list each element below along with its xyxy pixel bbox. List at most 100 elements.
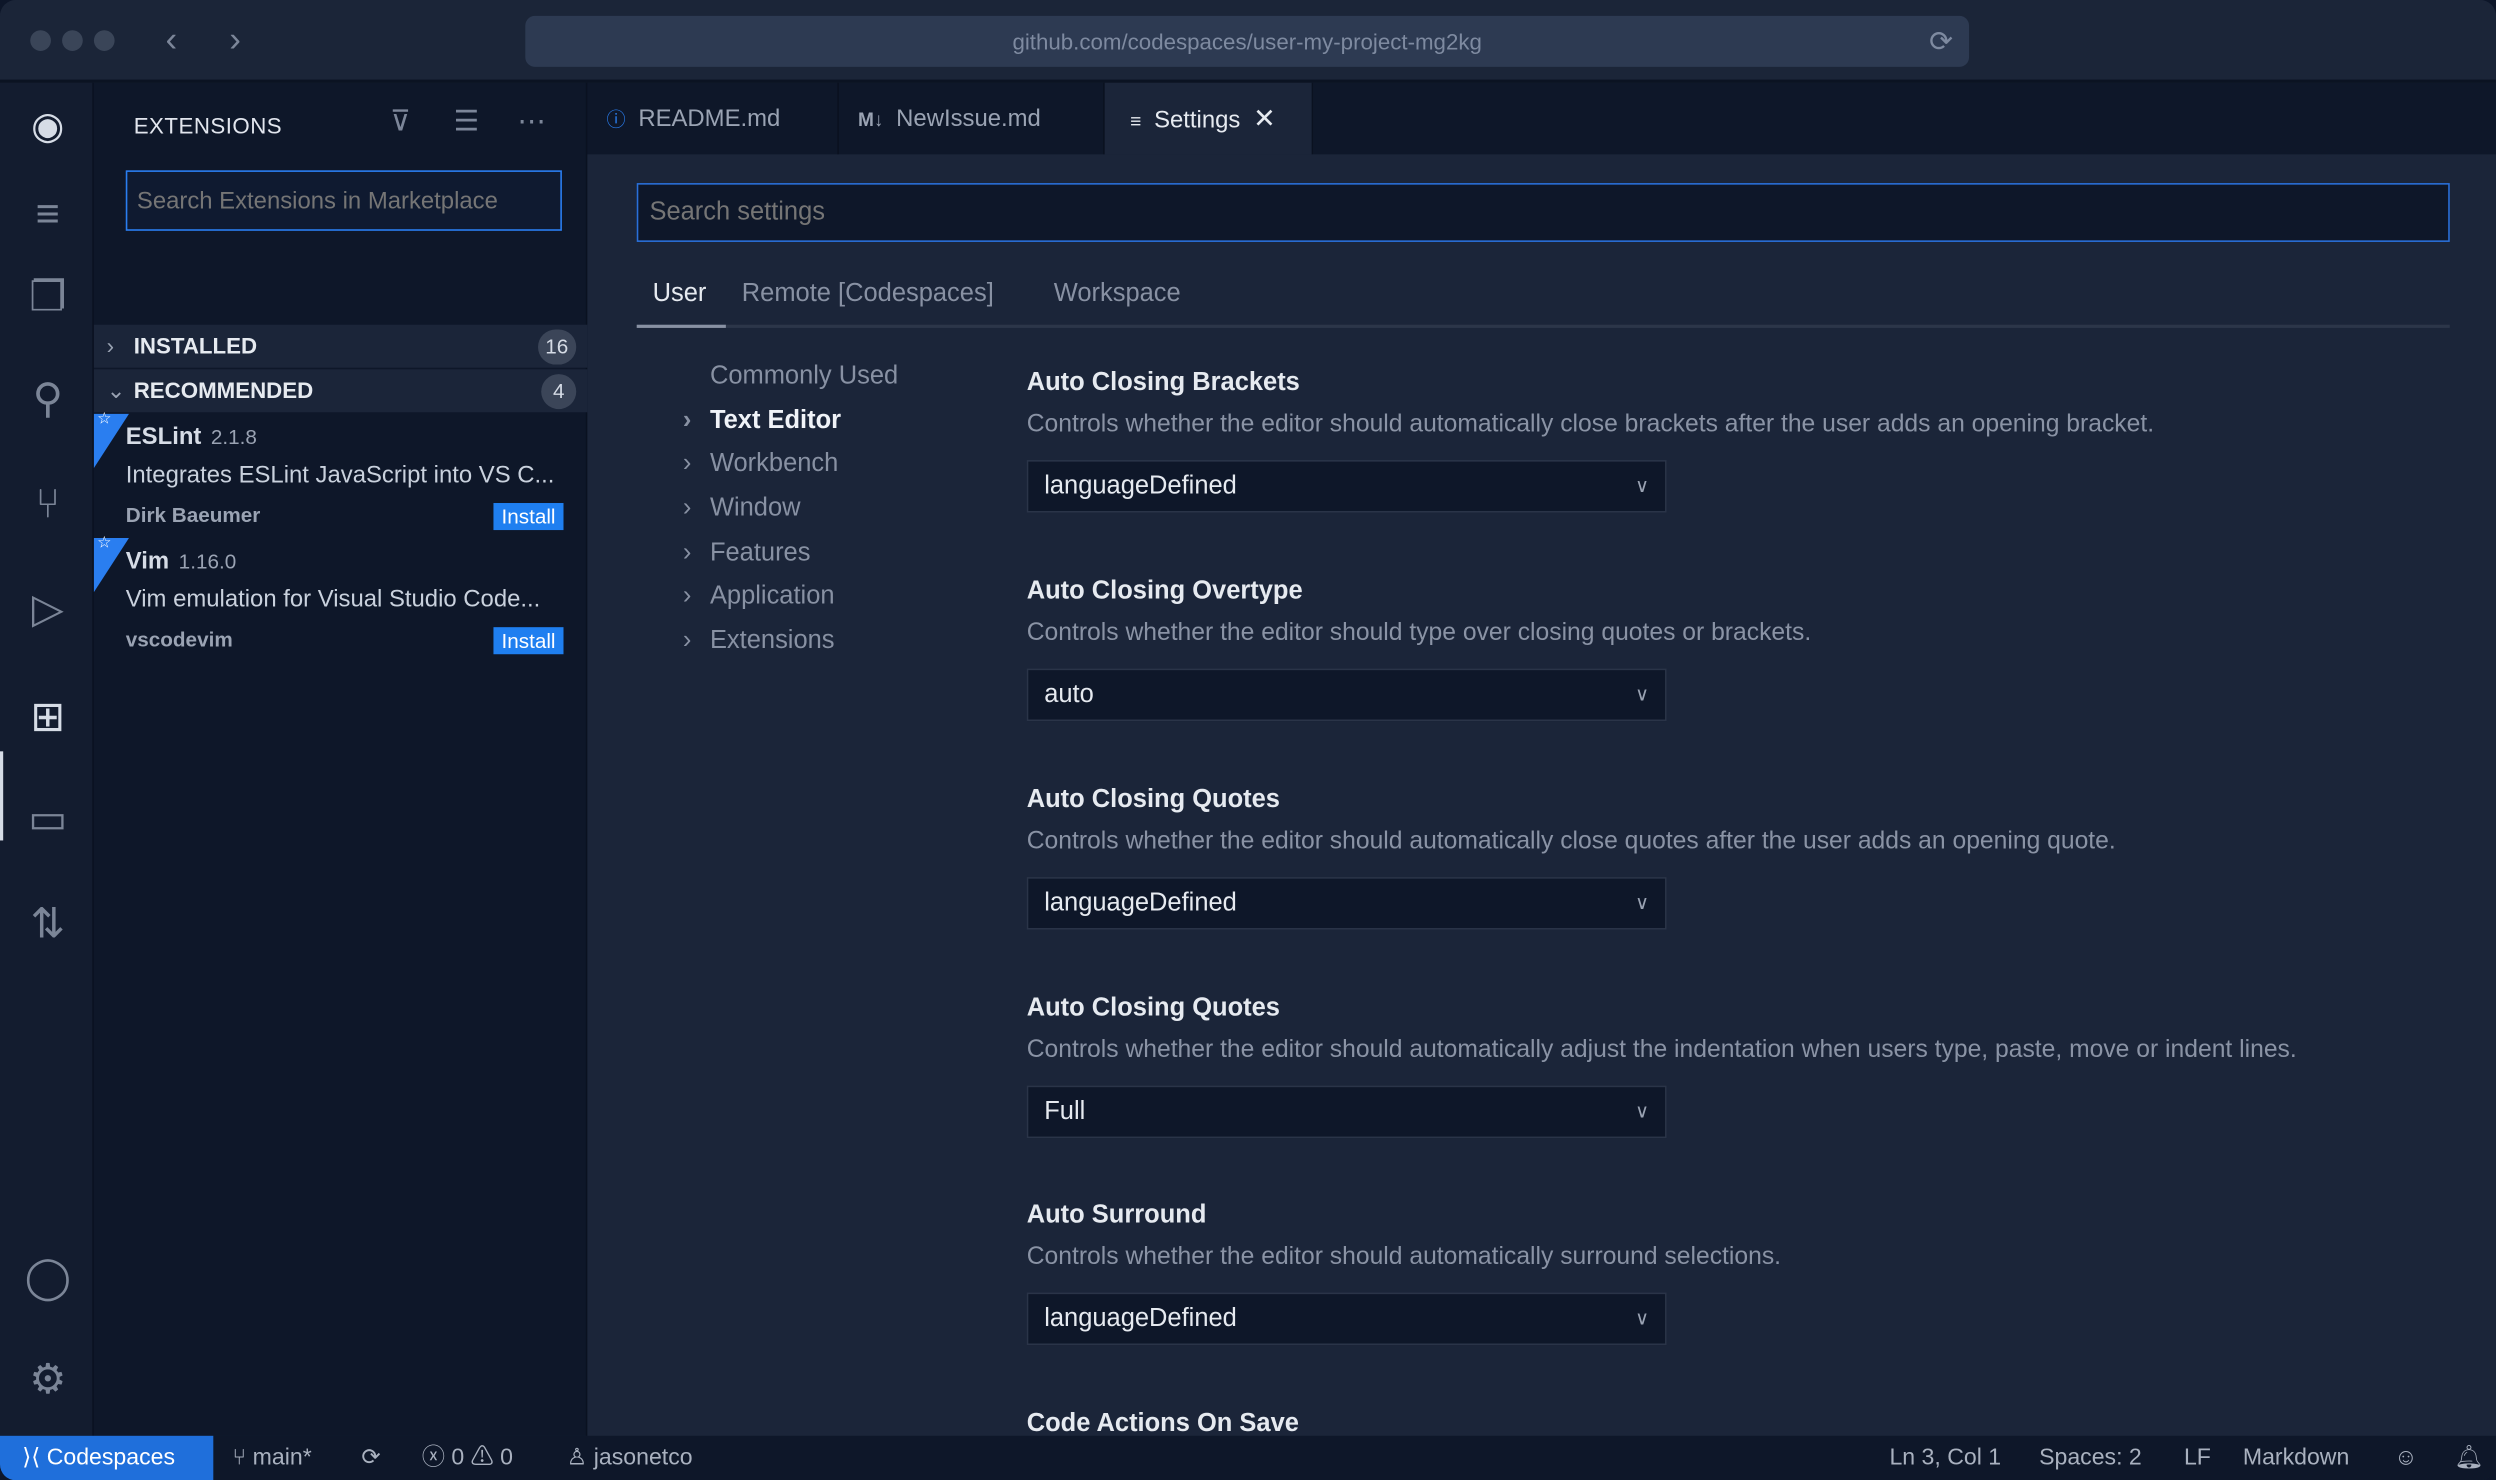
active-scope-underline [636,324,726,328]
run-debug-icon[interactable]: ▷ [22,583,73,634]
dropdown-value: Full [1044,1098,1086,1126]
install-button[interactable]: Install [493,627,564,655]
chevron-right-icon: › [682,627,692,655]
sync-icon[interactable]: ⟳ [361,1436,380,1480]
chevron-right-icon: › [682,582,692,610]
tab-newissue[interactable]: M↓ NewIssue.md [839,82,1105,155]
search-icon[interactable]: ⚲ [22,372,73,423]
problems-indicator[interactable]: ⓧ 0 ⚠ 0 [422,1436,513,1480]
toc-features[interactable]: › Features [683,539,811,569]
toc-window[interactable]: › Window [683,495,801,524]
setting-title: Auto Closing Quotes [1026,786,1280,814]
extensions-search-input[interactable] [125,170,562,231]
chevron-right-icon: › [682,539,692,567]
setting-dropdown[interactable]: languageDefined ∨ [1026,877,1667,930]
toc-extensions[interactable]: › Extensions [683,627,835,656]
setting-dropdown[interactable]: languageDefined ∨ [1026,460,1667,513]
live-share-user[interactable]: ♙ jasonetco [567,1436,693,1480]
reload-icon[interactable]: ⟳ [1929,16,1953,67]
cursor-position[interactable]: Ln 3, Col 1 [1889,1436,2001,1480]
scope-tab-user[interactable]: User [653,280,707,309]
setting-auto-closing-overtype: Auto Closing Overtype Controls whether t… [1026,577,1812,722]
count-badge: 16 [537,329,577,365]
setting-description: Controls whether the editor should type … [1026,619,1812,647]
scope-tab-remote[interactable]: Remote [Codespaces] [742,280,994,309]
pull-requests-icon[interactable]: ⇅ [22,898,73,949]
source-control-icon[interactable]: ⑂ [22,478,73,529]
remote-explorer-icon[interactable]: ▭ [22,793,73,844]
branch-name: main* [252,1445,312,1471]
address-bar[interactable]: github.com/codespaces/user-my-project-mg… [525,15,1970,67]
settings-scope-tabs: User Remote [Codespaces] Workspace [636,271,2450,328]
remote-indicator[interactable]: ⟩⟨ Codespaces [0,1435,214,1480]
language-mode[interactable]: Markdown [2243,1436,2349,1480]
active-indicator [0,751,4,841]
toc-commonly-used[interactable]: Commonly Used [710,363,898,392]
chevron-right-icon: › [106,332,115,359]
toc-label: Text Editor [709,407,842,435]
minimize-window-button[interactable] [62,30,83,51]
dropdown-value: languageDefined [1044,472,1237,500]
setting-title: Auto Closing Brackets [1026,369,1300,397]
warning-count: 0 [500,1445,513,1471]
chevron-down-icon: ∨ [1635,891,1650,914]
extension-publisher: vscodevim [125,627,233,652]
setting-auto-surround: Auto Surround Controls whether the edito… [1026,1202,1781,1346]
extension-item-vim[interactable]: ☆ Vim 1.16.0 Vim emulation for Visual Stu… [93,535,587,662]
setting-dropdown[interactable]: Full ∨ [1026,1085,1667,1139]
close-window-button[interactable] [30,30,51,51]
forward-button[interactable]: › [229,19,241,60]
chevron-down-icon: ∨ [1635,1306,1650,1330]
notifications-bell-icon[interactable]: 🔔︎ [2455,1436,2484,1480]
remote-icon: ⟩⟨ [22,1445,47,1471]
info-icon: ⓘ [606,108,626,131]
extension-name: Vim [125,547,170,575]
filter-icon[interactable]: ⊽ [390,105,411,138]
tab-readme[interactable]: ⓘ README.md [587,82,839,155]
remote-label: Codespaces [46,1445,176,1471]
more-actions-icon[interactable]: ⋯ [517,105,546,138]
section-label: RECOMMENDED [133,377,314,403]
activity-bar: ◉ ≡ ❐ ⚲ ⑂ ▷ ⊞ ▭ ⇅ ◯ ⚙ [0,82,94,1436]
toc-label: Commonly Used [709,362,899,390]
setting-description: Controls whether the editor should autom… [1026,410,2155,438]
install-button[interactable]: Install [493,503,564,531]
feedback-icon[interactable]: ☺ [2394,1436,2418,1480]
extension-item-eslint[interactable]: ☆ ESLint 2.1.8 Integrates ESLint JavaScri… [93,411,587,538]
extension-description: Vim emulation for Visual Studio Code... [125,585,541,613]
toc-text-editor[interactable]: › Text Editor [683,407,842,437]
maximize-window-button[interactable] [93,30,115,51]
explorer-icon[interactable]: ❐ [22,271,73,322]
toc-application[interactable]: › Application [683,583,835,612]
toc-label: Extensions [709,627,835,655]
extension-version: 1.16.0 [178,549,237,574]
accounts-icon[interactable]: ◯ [22,1251,73,1302]
close-tab-icon[interactable]: ✕ [1253,103,1276,133]
section-recommended[interactable]: ⌄ RECOMMENDED 4 [93,369,588,413]
tab-settings[interactable]: ≡ Settings ✕ [1104,82,1314,155]
branch-icon: ⑂ [232,1445,253,1471]
extensions-icon[interactable]: ⊞ [22,691,73,742]
extensions-sidebar: EXTENSIONS ⊽ ☰ ⋯ › INSTALLED 16 ⌄ RECOMMEND… [93,82,588,1436]
count-badge: 4 [541,374,577,410]
indentation[interactable]: Spaces: 2 [2039,1436,2142,1480]
settings-search-input[interactable] [636,183,2450,242]
setting-dropdown[interactable]: auto ∨ [1026,668,1667,722]
menu-icon[interactable]: ≡ [22,188,73,239]
setting-title: Auto Closing Overtype [1026,577,1303,605]
toc-workbench[interactable]: › Workbench [683,450,838,479]
tab-label: NewIssue.md [896,105,1041,133]
setting-dropdown[interactable]: languageDefined ∨ [1026,1292,1667,1346]
github-logo-icon[interactable]: ◉ [22,102,73,153]
settings-gear-icon[interactable]: ⚙ [22,1353,73,1404]
branch-indicator[interactable]: ⑂ main* [232,1436,311,1480]
error-icon: ⓧ [421,1445,452,1471]
toc-label: Features [709,539,811,567]
scope-tab-workspace[interactable]: Workspace [1054,280,1181,309]
setting-auto-closing-quotes: Auto Closing Quotes Controls whether the… [1026,786,2116,930]
chevron-right-icon: › [682,495,692,523]
end-of-line[interactable]: LF [2184,1436,2211,1480]
section-installed[interactable]: › INSTALLED 16 [93,324,588,368]
back-button[interactable]: ‹ [166,19,178,60]
clear-results-icon[interactable]: ☰ [454,105,480,138]
